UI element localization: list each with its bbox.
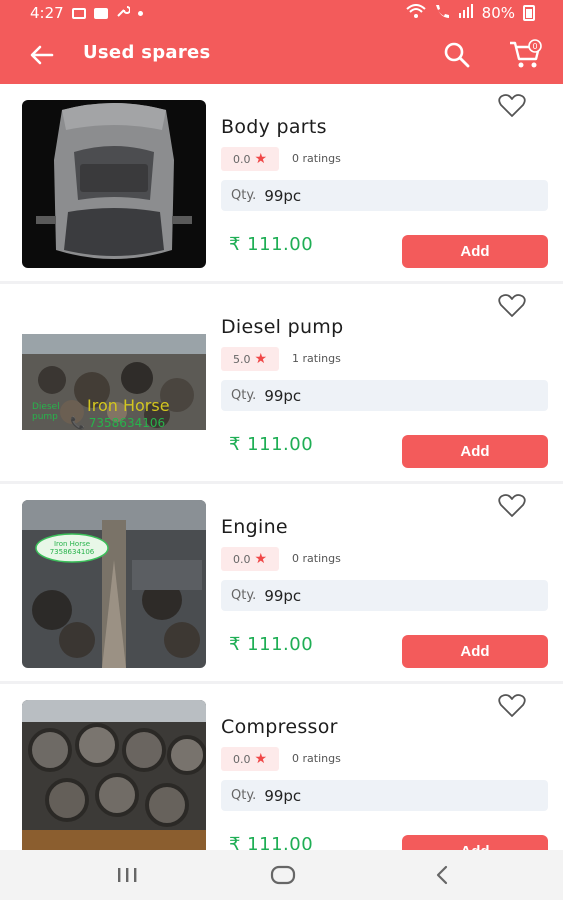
signal-icon	[458, 4, 474, 22]
nav-back-icon[interactable]	[430, 864, 456, 886]
add-button[interactable]: Add	[402, 835, 548, 850]
arrow-left-icon[interactable]	[28, 41, 56, 69]
product-card[interactable]: Iron Horse 7358634106 Engine 0.0 ★ 0 rat…	[0, 484, 563, 681]
rating-badge: 0.0 ★	[221, 147, 279, 171]
battery-icon	[523, 5, 535, 21]
recents-icon[interactable]	[114, 864, 140, 886]
qty-label: Qty.	[231, 788, 257, 803]
search-icon[interactable]	[442, 40, 472, 70]
heart-icon[interactable]	[498, 294, 526, 318]
heart-icon[interactable]	[498, 94, 526, 118]
quantity-box: Qty. 99pc	[221, 580, 548, 611]
star-icon: ★	[254, 551, 268, 567]
rating-value: 0.0	[232, 552, 251, 566]
notification-dot-icon	[137, 10, 143, 16]
rating-badge: 5.0 ★	[221, 347, 279, 371]
status-time: 4:27	[30, 4, 64, 22]
image-phone: 📞 7358634106	[70, 416, 166, 430]
status-bar: 4:27 80%	[0, 0, 563, 26]
app-bar: Used spares 0	[0, 26, 563, 84]
product-name: Engine	[221, 516, 288, 538]
product-price: ₹ 111.00	[229, 634, 314, 655]
ratings-count: 1 ratings	[292, 352, 341, 365]
rating-badge: 0.0 ★	[221, 747, 279, 771]
battery-percent: 80%	[481, 4, 515, 22]
quantity-box: Qty. 99pc	[221, 780, 548, 811]
rating-value: 5.0	[232, 352, 251, 366]
quantity-box: Qty. 99pc	[221, 180, 548, 211]
qty-value: 99pc	[264, 386, 302, 405]
product-card[interactable]: Diesel pump Iron Horse 📞 7358634106 Dies…	[0, 284, 563, 481]
wrench-icon	[116, 4, 131, 22]
ratings-count: 0 ratings	[292, 552, 341, 565]
quantity-box: Qty. 99pc	[221, 380, 548, 411]
image-caption: Diesel pump	[32, 402, 60, 422]
rating-value: 0.0	[232, 752, 251, 766]
cart-icon[interactable]: 0	[508, 38, 544, 70]
qty-label: Qty.	[231, 588, 257, 603]
gallery-icon	[71, 7, 86, 19]
product-name: Compressor	[221, 716, 338, 738]
page-title: Used spares	[83, 42, 211, 63]
heart-icon[interactable]	[498, 494, 526, 518]
image-brand: Iron Horse	[87, 396, 170, 415]
qty-label: Qty.	[231, 388, 257, 403]
product-price: ₹ 111.00	[229, 434, 314, 455]
add-button[interactable]: Add	[402, 435, 548, 468]
cart-badge: 0	[532, 42, 537, 51]
ratings-count: 0 ratings	[292, 152, 341, 165]
add-button[interactable]: Add	[402, 235, 548, 268]
rating-value: 0.0	[232, 152, 251, 166]
star-icon: ★	[254, 151, 268, 167]
product-image-compressor[interactable]	[22, 700, 206, 850]
star-icon: ★	[254, 351, 268, 367]
home-icon[interactable]	[270, 864, 296, 886]
ratings-count: 0 ratings	[292, 752, 341, 765]
add-button[interactable]: Add	[402, 635, 548, 668]
product-image-engine[interactable]: Iron Horse 7358634106	[22, 500, 206, 668]
qty-value: 99pc	[264, 186, 302, 205]
qty-label: Qty.	[231, 188, 257, 203]
product-card[interactable]: Body parts 0.0 ★ 0 ratings Qty. 99pc ₹ 1…	[0, 84, 563, 281]
heart-icon[interactable]	[498, 694, 526, 718]
qty-value: 99pc	[264, 586, 302, 605]
wifi-icon	[405, 4, 426, 22]
system-nav-bar	[0, 850, 563, 900]
product-image-body-parts[interactable]	[22, 100, 206, 268]
product-name: Diesel pump	[221, 316, 344, 338]
rating-badge: 0.0 ★	[221, 547, 279, 571]
image-caption: Iron Horse 7358634106	[49, 540, 95, 556]
product-name: Body parts	[221, 116, 327, 138]
message-icon	[93, 7, 108, 19]
star-icon: ★	[254, 751, 268, 767]
product-card[interactable]: Compressor 0.0 ★ 0 ratings Qty. 99pc ₹ 1…	[0, 684, 563, 850]
product-price: ₹ 111.00	[229, 234, 314, 255]
product-price: ₹ 111.00	[229, 834, 314, 850]
product-list[interactable]: Body parts 0.0 ★ 0 ratings Qty. 99pc ₹ 1…	[0, 84, 563, 850]
qty-value: 99pc	[264, 786, 302, 805]
wifi-call-icon	[434, 4, 450, 22]
product-image-diesel-pump[interactable]: Diesel pump Iron Horse 📞 7358634106	[22, 300, 206, 468]
